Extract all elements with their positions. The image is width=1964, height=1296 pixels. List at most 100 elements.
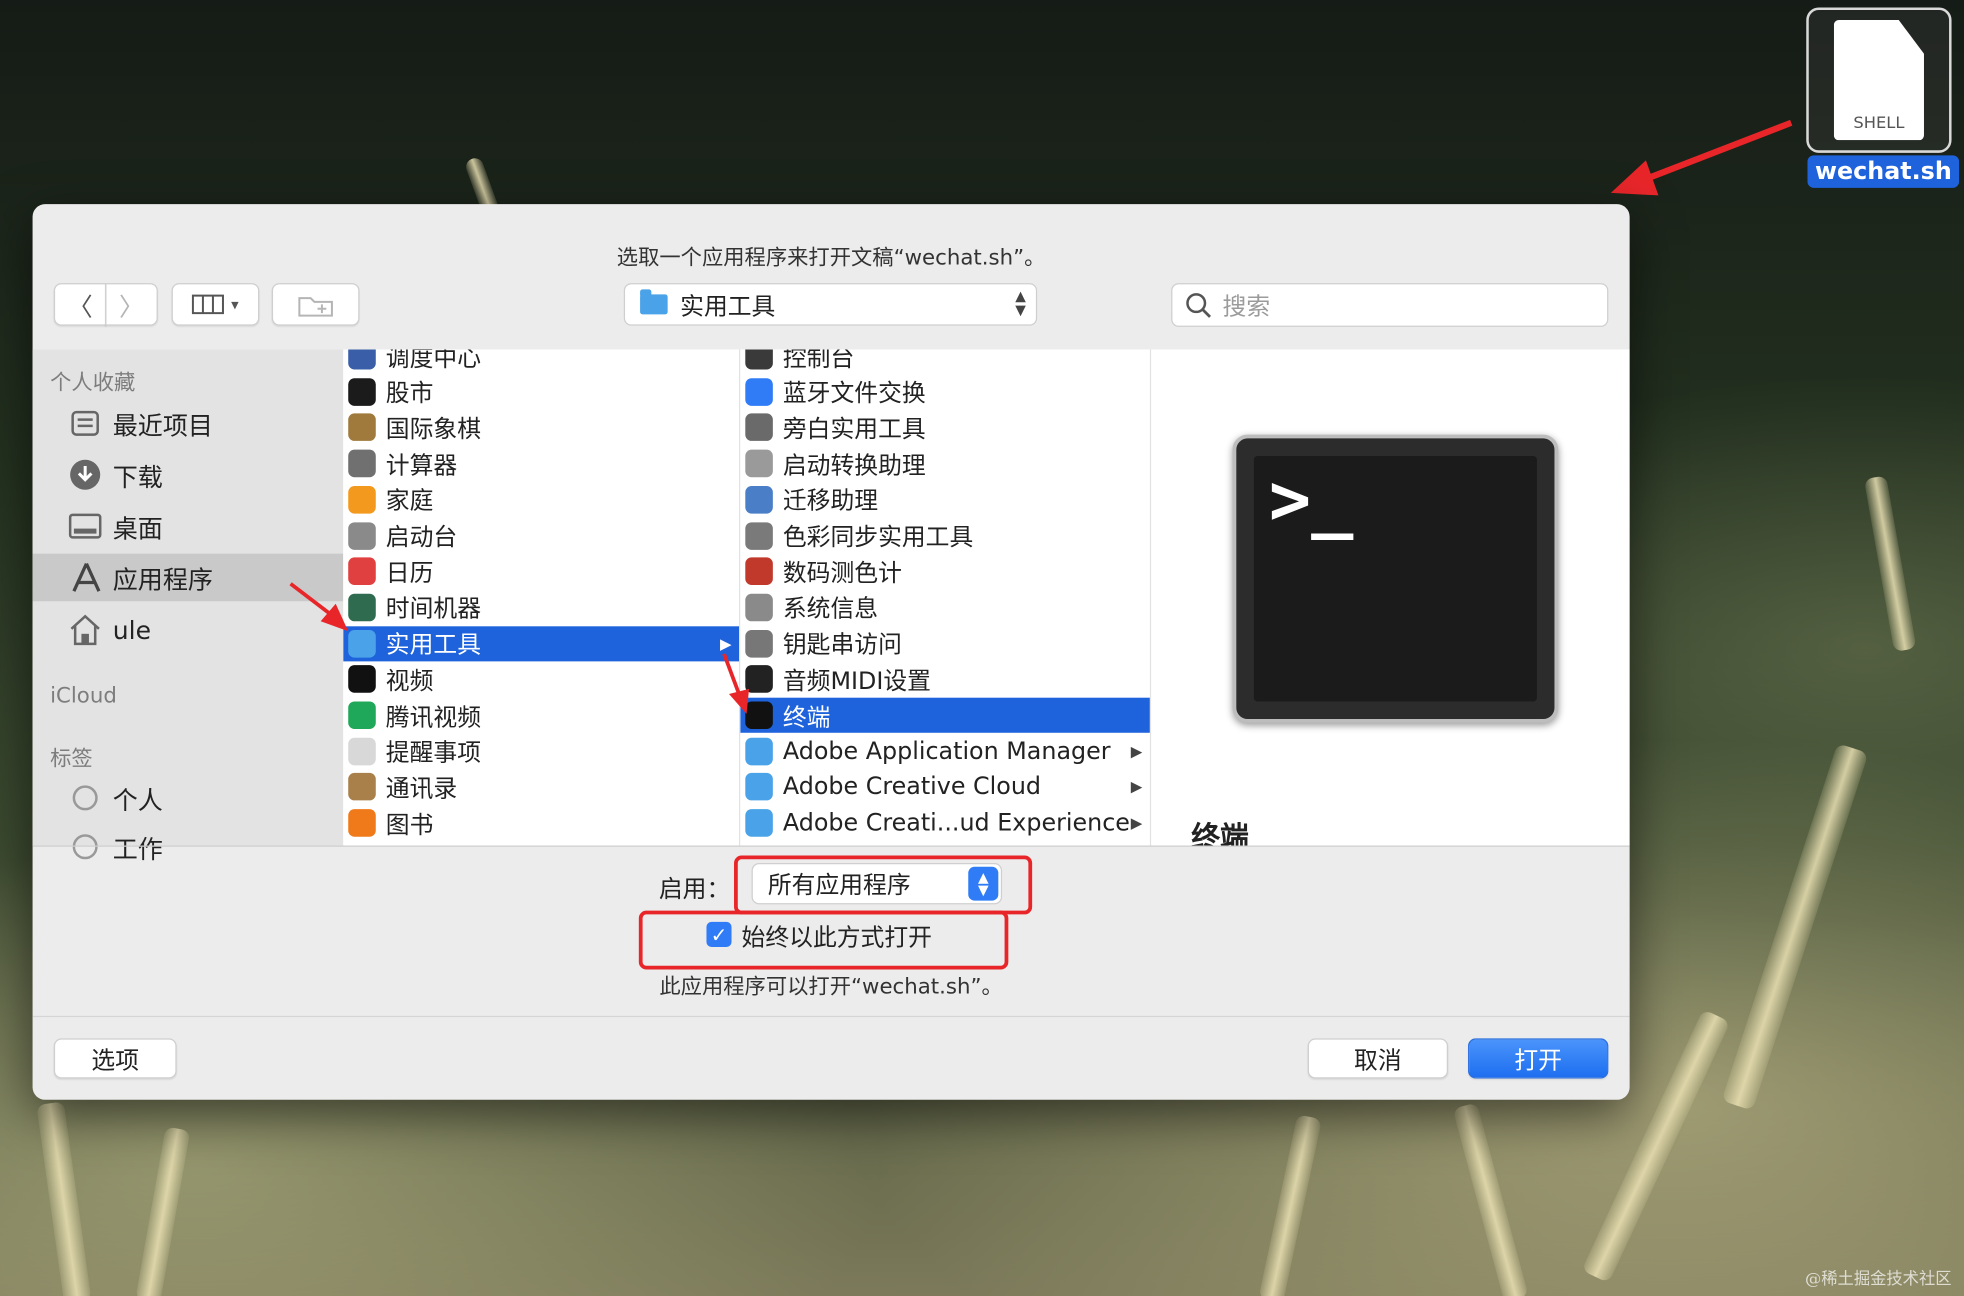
view-mode-button[interactable]: ▾: [171, 283, 260, 326]
favorites-header: 个人收藏: [50, 370, 136, 396]
disclosure-arrow-icon: ▶: [719, 634, 732, 653]
list-item[interactable]: 色彩同步实用工具: [740, 518, 1150, 553]
forward-button[interactable]: 〉: [105, 283, 158, 326]
list-item-label: 蓝牙文件交换: [782, 379, 926, 408]
launchpad-icon: [348, 521, 376, 550]
list-item-label: 日历: [385, 559, 434, 588]
list-item[interactable]: Adobe Creative Cloud ▶: [740, 770, 1150, 805]
list-item-label: 启动台: [385, 523, 458, 552]
list-item[interactable]: 时间机器: [343, 590, 739, 625]
sidebar-item-label: 下载: [112, 461, 163, 492]
list-item[interactable]: Adobe Creati...ud Experience ▶: [740, 806, 1150, 841]
browser-column-utilities: 控制台蓝牙文件交换 旁白实用工具 启动转换助理迁移助理色彩同步实用工具 数码测色计系统…: [740, 349, 1152, 846]
options-button[interactable]: 选项: [53, 1038, 177, 1079]
back-button[interactable]: 〈: [53, 283, 107, 326]
cancel-button[interactable]: 取消: [1307, 1038, 1449, 1079]
enable-label: 启用：: [658, 875, 731, 904]
disclosure-arrow-icon: ▶: [1130, 814, 1143, 832]
applications-icon: [68, 560, 103, 595]
list-item-label: 图书: [385, 811, 434, 839]
list-item[interactable]: 提醒事项: [343, 734, 739, 769]
list-item-label: 色彩同步实用工具: [782, 523, 974, 552]
dialog-title: 选取一个应用程序来打开文稿“wechat.sh”。: [616, 245, 1046, 271]
browser-column-applications: 调度中心 股市 国际象棋计算器 家庭启动台日历 时间机器 实用工具 ▶ 视频腾讯视频 提醒事项通…: [343, 349, 741, 846]
new-folder-button[interactable]: [271, 283, 360, 326]
annotation-arrow: [722, 653, 750, 714]
disclosure-arrow-icon: ▶: [1130, 778, 1143, 796]
list-item[interactable]: 终端: [740, 697, 1150, 733]
desktop-file-icon[interactable]: SHELL: [1806, 7, 1952, 153]
columns-view-icon: [192, 294, 225, 315]
desktop-icon: [68, 509, 103, 544]
list-item[interactable]: 通讯录: [343, 770, 739, 805]
search-placeholder: 搜索: [1222, 293, 1271, 321]
list-item[interactable]: 日历: [343, 554, 739, 589]
file-type-label: SHELL: [1853, 113, 1905, 133]
home-icon: [68, 613, 103, 648]
list-item-label: 音频MIDI设置: [782, 667, 931, 695]
open-with-dialog: 选取一个应用程序来打开文稿“wechat.sh”。 〈 〉 ▾ 实用工具 ▲ ▼ …: [32, 204, 1630, 1100]
list-item-label: 终端: [782, 703, 831, 731]
list-item[interactable]: 计算器: [343, 446, 739, 481]
list-item[interactable]: 钥匙串访问: [740, 626, 1150, 661]
location-popup[interactable]: 实用工具 ▲ ▼: [623, 283, 1038, 326]
list-item-label: 控制台: [782, 349, 855, 372]
icloud-header: iCloud: [50, 683, 117, 709]
bootcamp-icon: [745, 449, 773, 478]
open-button[interactable]: 打开: [1468, 1038, 1609, 1079]
list-item[interactable]: 启动转换助理: [740, 446, 1150, 481]
list-item[interactable]: 音频MIDI设置: [740, 662, 1150, 697]
list-item[interactable]: 旁白实用工具: [740, 410, 1150, 445]
folder-icon: [745, 809, 773, 837]
list-item[interactable]: 腾讯视频: [343, 698, 739, 733]
chevron-right-icon: 〉: [118, 291, 145, 322]
list-item[interactable]: 股市: [343, 374, 739, 409]
terminal-prompt-glyph: >_: [1253, 455, 1537, 702]
list-item[interactable]: Adobe Application Manager ▶: [740, 734, 1150, 769]
search-icon: [1186, 292, 1211, 318]
watermark: @稀土掘金技术社区: [1804, 1270, 1952, 1289]
list-item-label: 数码测色计: [782, 559, 902, 588]
desktop-file-name[interactable]: wechat.sh: [1807, 155, 1960, 188]
list-item[interactable]: 家庭: [343, 482, 739, 517]
search-field[interactable]: 搜索: [1171, 283, 1609, 327]
list-item-label: 旁白实用工具: [782, 415, 926, 444]
colorsync-icon: [745, 521, 773, 550]
console-icon: [745, 349, 773, 370]
list-item-label: 视频: [385, 667, 434, 695]
list-item-label: 系统信息: [782, 595, 879, 624]
list-item[interactable]: 系统信息: [740, 590, 1150, 625]
list-item[interactable]: 图书: [343, 806, 739, 841]
tags-header: 标签: [50, 746, 93, 772]
tencent-video-icon: [348, 701, 376, 730]
bluetooth-icon: [745, 377, 773, 406]
highlight-box: [734, 855, 1033, 915]
sidebar-item-label: 桌面: [112, 512, 163, 544]
new-folder-icon: [298, 297, 333, 317]
list-item[interactable]: 控制台: [740, 349, 1150, 373]
sidebar-item-desktop[interactable]: 桌面: [33, 502, 344, 550]
tag-circle-icon: [68, 780, 103, 815]
sidebar-item-recents[interactable]: 最近项目: [33, 400, 344, 448]
list-item-label: Adobe Creati...ud Experience: [782, 809, 1130, 837]
migration-icon: [745, 485, 773, 514]
list-item[interactable]: 实用工具 ▶: [343, 625, 740, 661]
sidebar-tag-personal[interactable]: 个人: [33, 774, 344, 822]
list-item-label: 调度中心: [385, 349, 482, 372]
sidebar-item-label: ule: [112, 615, 151, 646]
calculator-icon: [348, 449, 376, 478]
list-item-label: 迁移助理: [782, 487, 879, 516]
list-item[interactable]: 迁移助理: [740, 482, 1150, 517]
list-item[interactable]: 视频: [343, 662, 739, 697]
list-item[interactable]: 启动台: [343, 518, 739, 553]
folder-icon: [745, 737, 773, 765]
sidebar-item-label: 个人: [112, 784, 163, 815]
sidebar-item-downloads[interactable]: 下载: [33, 451, 344, 499]
list-item[interactable]: 蓝牙文件交换: [740, 374, 1150, 409]
list-item-label: 钥匙串访问: [782, 631, 902, 659]
list-item[interactable]: 数码测色计: [740, 554, 1150, 589]
updown-chevron-icon: ▲ ▼: [1015, 288, 1026, 319]
list-item[interactable]: 调度中心: [343, 349, 739, 373]
list-item[interactable]: 国际象棋: [343, 410, 739, 445]
list-item-label: 计算器: [385, 451, 458, 480]
